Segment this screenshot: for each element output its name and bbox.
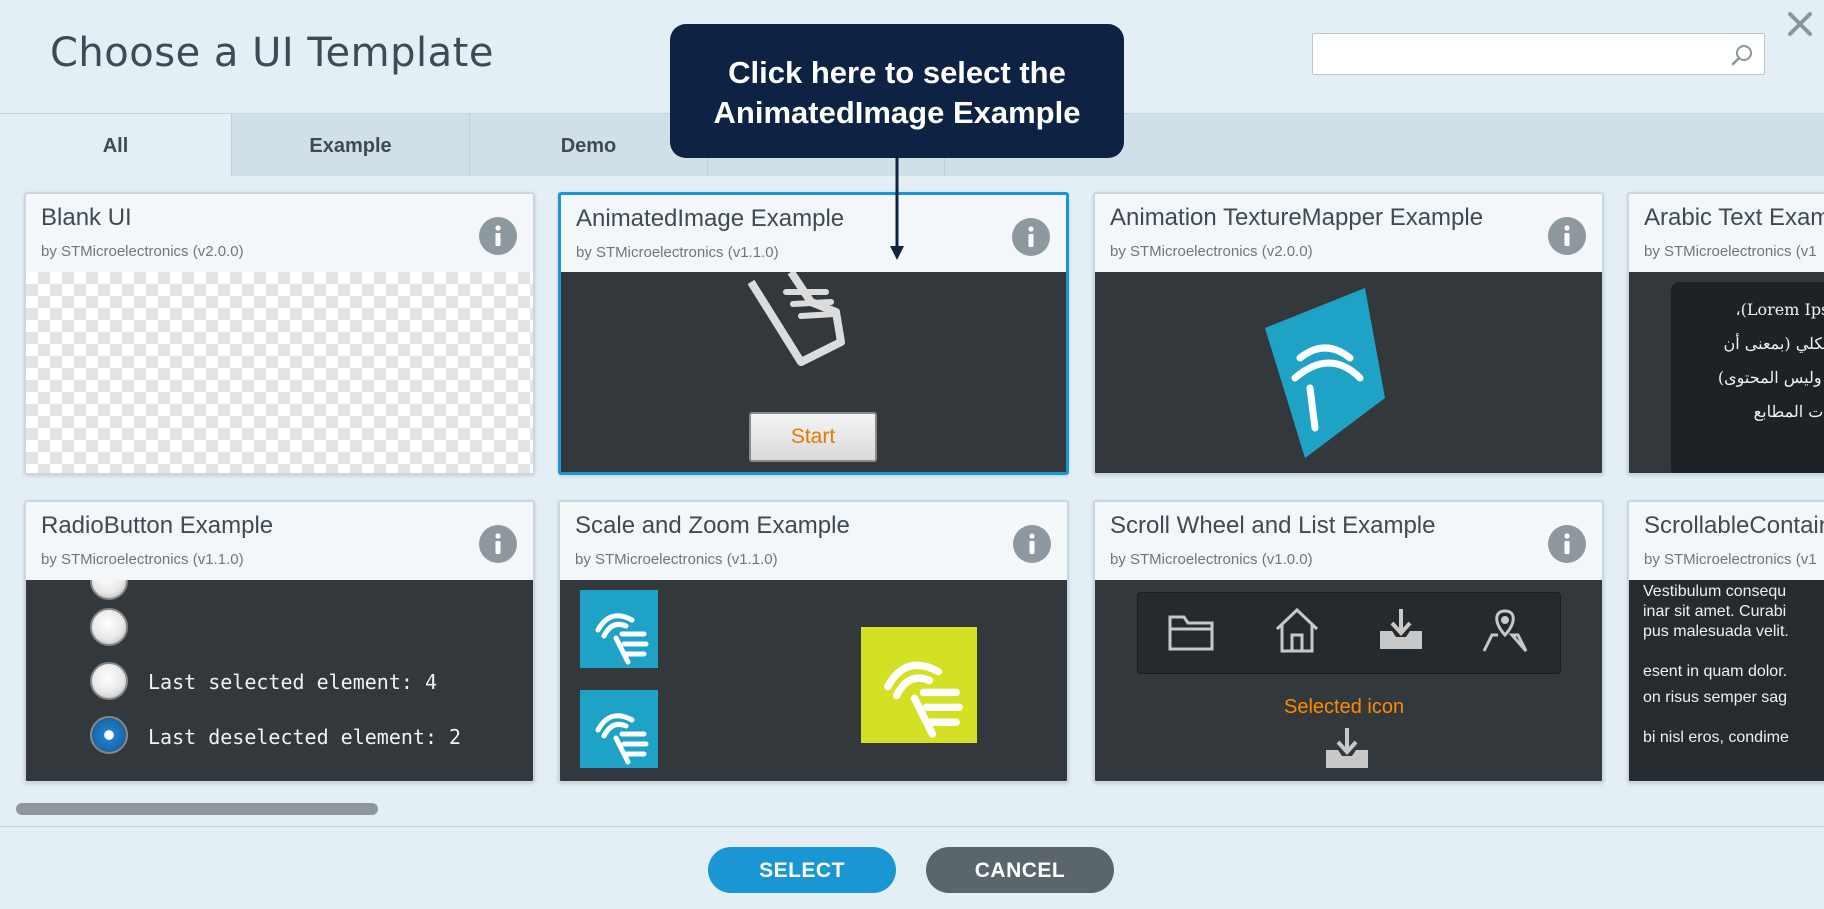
preview-text-line: on risus semper sag [1643,689,1788,706]
card-title: Arabic Text Example [1644,204,1824,231]
radio-button-selected [90,716,128,754]
arabic-text-panel: (Lorem Ipsum)، ص شكلي (بمعنى أن شكل وليس… [1671,282,1824,473]
template-card-scroll-wheel-list[interactable]: Scroll Wheel and List Example by STMicro… [1093,500,1604,783]
download-icon [1326,728,1368,768]
card-title: ScrollableContainer Example [1644,512,1824,539]
download-icon [1380,609,1422,649]
card-author: by STMicroelectronics (v1 [1644,243,1817,260]
preview-text-line: inar sit amet. Curabi [1643,603,1787,620]
start-button: Start [749,412,877,462]
template-card-blank-ui[interactable]: Blank UI by STMicroelectronics (v2.0.0) [24,192,535,475]
template-card-animation-texturemapper[interactable]: Animation TextureMapper Example by STMic… [1093,192,1604,475]
card-title: Scroll Wheel and List Example [1110,512,1436,539]
map-pin-icon [1482,609,1528,652]
home-icon [1275,607,1319,653]
arabic-line: ص شكلي (بمعنى أن [1723,334,1824,353]
template-card-arabic-text[interactable]: Arabic Text Example by STMicroelectronic… [1627,192,1824,475]
callout-line: AnimatedImage Example [713,95,1081,130]
close-icon[interactable] [1782,6,1818,42]
card-author: by STMicroelectronics (v1.0.0) [1110,551,1313,568]
info-icon[interactable] [1548,525,1586,563]
card-author: by STMicroelectronics (v2.0.0) [41,243,244,260]
folder-icon [1168,615,1214,651]
cancel-button[interactable]: CANCEL [926,847,1114,893]
touch-tile [580,590,658,668]
arabic-preview: (Lorem Ipsum)، ص شكلي (بمعنى أن شكل وليس… [1629,272,1824,473]
template-card-scrollablecontainer[interactable]: ScrollableContainer Example by STMicroel… [1627,500,1824,783]
preview-text-line: esent in quam dolor. [1643,663,1788,680]
info-icon[interactable] [1012,218,1050,256]
icon-wheel [1137,592,1561,674]
card-author: by STMicroelectronics (v2.0.0) [1110,243,1313,260]
info-icon[interactable] [1013,525,1051,563]
horizontal-scrollbar[interactable] [16,803,378,815]
scroll-wheel-preview: Selected icon [1095,580,1602,781]
arabic-line: شكل وليس المحتوى) [1717,368,1824,387]
tab-example[interactable]: Example [232,114,470,176]
info-icon[interactable] [479,525,517,563]
preview-text-line: bi nisl eros, condime [1643,729,1789,746]
card-author: by STMicroelectronics (v1 [1644,551,1817,568]
radio-label: Last deselected element: 2 [148,725,462,749]
selected-icon-label: Selected icon [1284,696,1405,718]
rotated-tile-icon [1265,288,1385,458]
animatedimage-preview: Start [561,272,1066,472]
touch-tile-zoomed [861,627,977,743]
search-input[interactable] [1312,33,1765,75]
arabic-line: (Lorem Ipsum)، [1735,300,1824,319]
blank-preview [26,272,533,473]
footer-divider [0,826,1824,827]
card-title: AnimatedImage Example [576,205,845,232]
card-title: Blank UI [41,204,132,231]
arabic-line: صناعات المطابع [1753,402,1824,421]
dialog-title: Choose a UI Template [50,30,494,76]
select-button[interactable]: SELECT [708,847,896,893]
radio-label: Last selected element: 4 [148,670,437,694]
radio-button [90,580,128,600]
radio-button [90,608,128,646]
card-title: Animation TextureMapper Example [1110,204,1484,231]
search-icon[interactable] [1730,43,1754,67]
info-icon[interactable] [479,217,517,255]
tab-all[interactable]: All [0,114,232,176]
card-title: RadioButton Example [41,512,274,539]
preview-text-line: pus malesuada velit. [1643,623,1789,640]
card-author: by STMicroelectronics (v1.1.0) [41,551,244,568]
template-card-radiobutton[interactable]: RadioButton Example by STMicroelectronic… [24,500,535,783]
template-card-animatedimage[interactable]: AnimatedImage Example by STMicroelectron… [558,192,1069,475]
card-title: Scale and Zoom Example [575,512,850,539]
scale-zoom-preview [560,580,1067,781]
instruction-callout: Click here to select the AnimatedImage E… [670,24,1124,158]
card-author: by STMicroelectronics (v1.1.0) [576,244,779,261]
scrollable-preview: Vestibulum consequ inar sit amet. Curabi… [1629,580,1824,781]
radio-button [90,662,128,700]
template-grid: Blank UI by STMicroelectronics (v2.0.0) … [0,176,1824,788]
info-icon[interactable] [1548,217,1586,255]
texturemapper-preview [1095,272,1602,473]
template-card-scale-zoom[interactable]: Scale and Zoom Example by STMicroelectro… [558,500,1069,783]
hand-touch-icon [747,272,845,366]
radiobutton-preview: Last selected element: 4 Last deselected… [26,580,533,781]
card-author: by STMicroelectronics (v1.1.0) [575,551,778,568]
touch-tile [580,690,658,768]
preview-text-line: Vestibulum consequ [1643,583,1787,600]
arrow-down-icon [890,158,904,260]
callout-line: Click here to select the [728,55,1066,90]
